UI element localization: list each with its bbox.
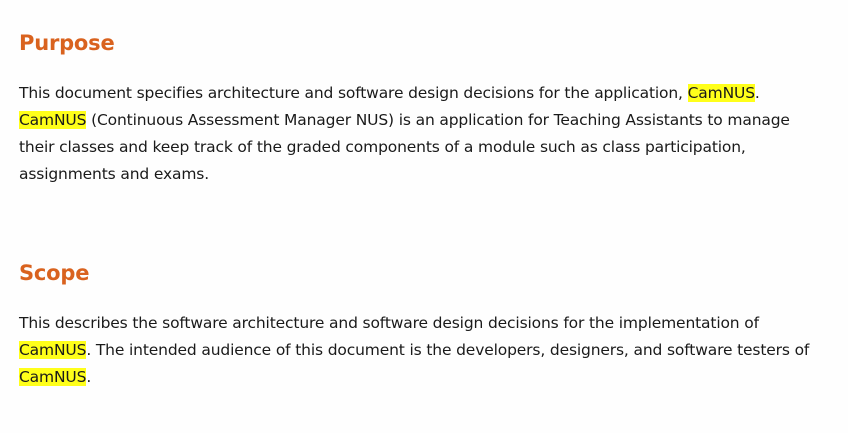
- scope-heading: Scope: [19, 261, 90, 285]
- purpose-line1-text: This document specifies architecture and…: [19, 84, 688, 102]
- scope-paragraph: This describes the software architecture…: [19, 310, 839, 391]
- purpose-heading: Purpose: [19, 31, 115, 55]
- product-name-highlight: CamNUS: [687, 84, 755, 102]
- purpose-line4-text: assignments and exams.: [19, 165, 209, 183]
- scope-line1-text: This describes the software architecture…: [19, 314, 759, 332]
- product-name-highlight: CamNUS: [19, 368, 87, 386]
- purpose-line1-end: .: [754, 84, 760, 102]
- purpose-line2-text: (Continuous Assessment Manager NUS) is a…: [86, 111, 790, 129]
- purpose-line3-text: their classes and keep track of the grad…: [19, 138, 746, 156]
- product-name-highlight: CamNUS: [19, 111, 87, 129]
- purpose-paragraph: This document specifies architecture and…: [19, 80, 839, 188]
- scope-line2-text: . The intended audience of this document…: [86, 341, 810, 359]
- product-name-highlight: CamNUS: [19, 341, 87, 359]
- scope-line3-end: .: [86, 368, 92, 386]
